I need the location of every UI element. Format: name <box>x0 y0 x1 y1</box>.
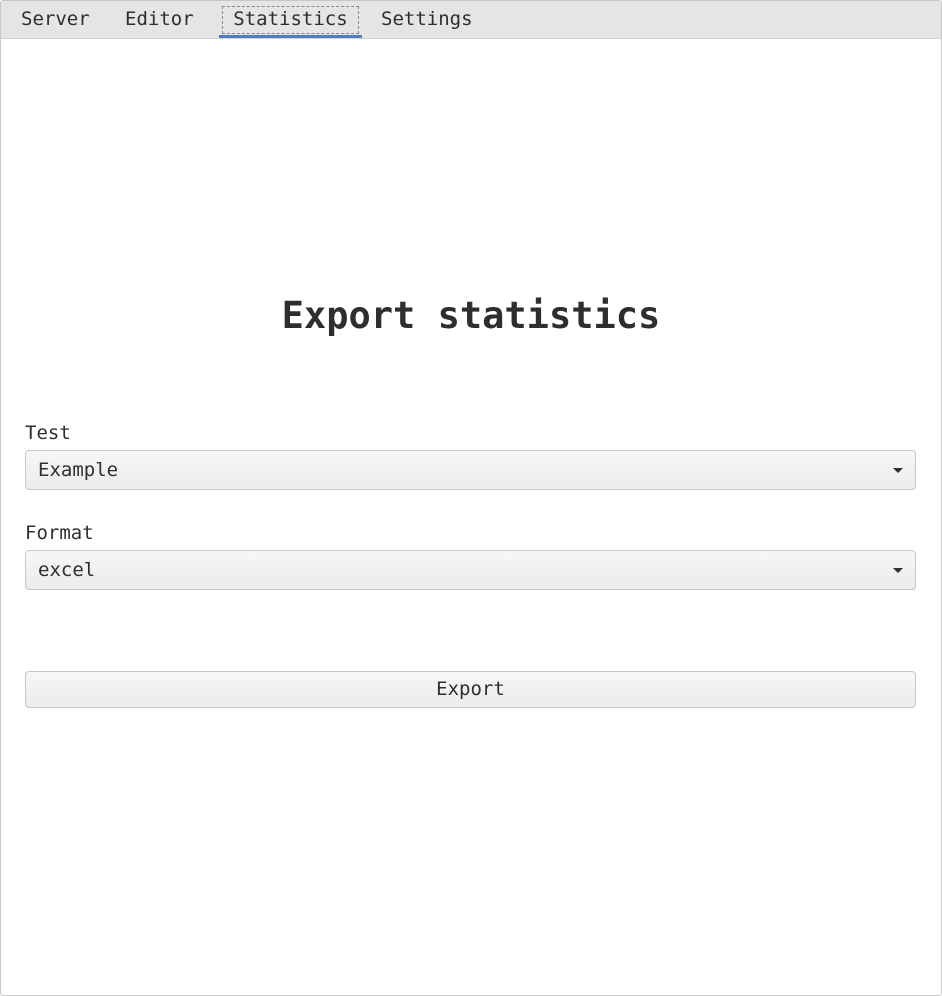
format-dropdown-value: excel <box>38 559 96 581</box>
export-button[interactable]: Export <box>25 671 916 708</box>
tab-settings[interactable]: Settings <box>381 1 473 38</box>
chevron-down-icon <box>893 568 903 573</box>
page-title: Export statistics <box>281 294 661 337</box>
tab-editor[interactable]: Editor <box>125 1 194 38</box>
app-window: Server Editor Statistics Settings Export… <box>0 0 942 996</box>
chevron-down-icon <box>893 468 903 473</box>
tab-server-label: Server <box>21 8 90 30</box>
tab-statistics-label: Statistics <box>233 8 348 30</box>
test-field-label: Test <box>25 422 71 444</box>
tab-server[interactable]: Server <box>21 1 90 38</box>
test-dropdown[interactable]: Example <box>25 450 916 490</box>
tab-statistics[interactable]: Statistics <box>219 1 362 38</box>
tab-settings-label: Settings <box>381 8 473 30</box>
format-dropdown[interactable]: excel <box>25 550 916 590</box>
export-button-label: Export <box>436 678 505 700</box>
test-dropdown-value: Example <box>38 459 119 481</box>
format-field-label: Format <box>25 522 94 544</box>
tab-editor-label: Editor <box>125 8 194 30</box>
tab-bar: Server Editor Statistics Settings <box>1 1 941 39</box>
